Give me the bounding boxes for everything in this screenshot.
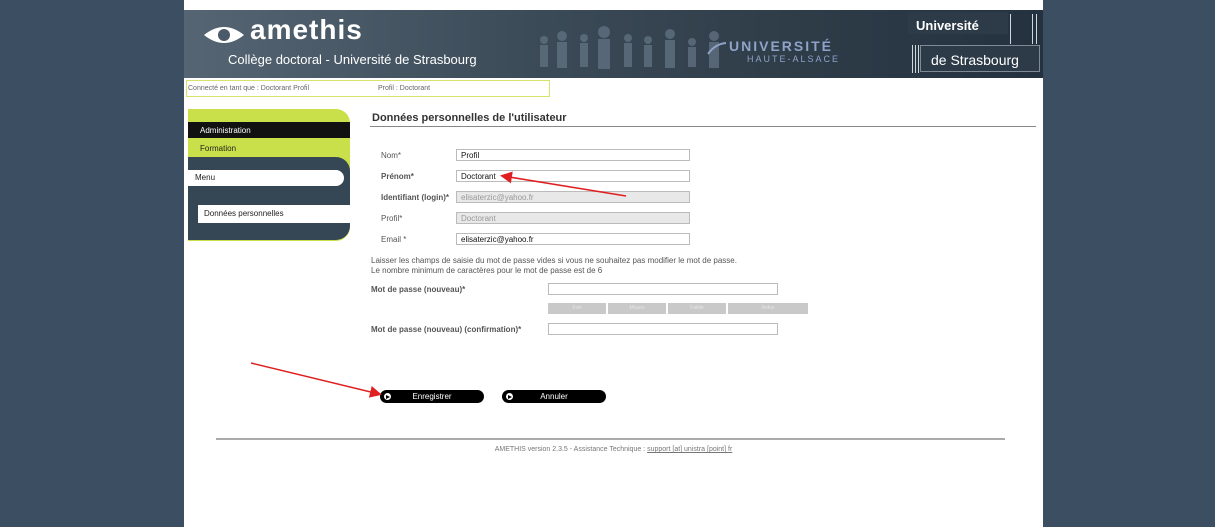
sidebar-item-formation[interactable]: Formation — [188, 141, 350, 157]
uha-logo: UNIVERSITÉ HAUTE-ALSACE — [707, 38, 841, 64]
unistra-logo: Université de Strasbourg — [902, 12, 1042, 76]
save-button[interactable]: Enregistrer — [380, 390, 484, 403]
email-label: Email * — [381, 235, 407, 244]
connected-status-bar: Connecté en tant que : Doctorant Profil … — [186, 80, 550, 97]
sidebar-item-donnees-personnelles[interactable]: Données personnelles — [198, 205, 350, 223]
sidebar-item-administration[interactable]: Administration — [188, 122, 350, 138]
footer-text: AMETHIS version 2.3.5 - Assistance Techn… — [494, 446, 648, 453]
support-link[interactable]: support [at] unistra [point] fr — [647, 446, 732, 453]
prenom-label: Prénom* — [381, 172, 414, 181]
email-field[interactable]: elisaterzic@yahoo.fr — [456, 233, 690, 245]
footer: AMETHIS version 2.3.5 - Assistance Techn… — [184, 446, 1043, 453]
sidebar-menu-heading: Menu — [188, 170, 344, 186]
banner-people-graphic — [540, 26, 719, 69]
strength-refus: Refus — [728, 303, 808, 314]
password-new-field[interactable] — [548, 283, 778, 295]
unistra-bars-icon — [912, 45, 919, 73]
profil-field: Doctorant — [456, 212, 690, 224]
password-note-line1: Laisser les champs de saisie du mot de p… — [371, 256, 737, 265]
profil-label: Profil* — [381, 214, 403, 223]
login-field: elisaterzic@yahoo.fr — [456, 191, 690, 203]
prenom-field[interactable]: Doctorant — [456, 170, 690, 182]
app-name: amethis — [250, 14, 363, 45]
password-note-line2: Le nombre minimum de caractères pour le … — [371, 266, 603, 275]
password-confirm-field[interactable] — [548, 323, 778, 335]
unistra-bars2-icon — [1010, 14, 1037, 44]
profile-text: Profil : Doctorant — [378, 85, 431, 92]
strength-moyen: Moyen — [608, 303, 666, 314]
nom-field[interactable]: Profil — [456, 149, 690, 161]
strength-fort: Fort — [548, 303, 606, 314]
password-new-label: Mot de passe (nouveau)* — [371, 285, 466, 294]
page: amethis Collège doctoral - Université de… — [184, 0, 1043, 527]
password-note: Laisser les champs de saisie du mot de p… — [371, 256, 737, 276]
footer-divider — [216, 438, 1005, 440]
unistra-bottom: de Strasbourg — [920, 45, 1040, 72]
college-subtitle: Collège doctoral - Université de Strasbo… — [228, 52, 477, 67]
unistra-top: Université — [908, 12, 1008, 34]
cancel-button-label: Annuler — [540, 392, 568, 401]
nom-label: Nom* — [381, 151, 402, 160]
strength-faible: Faible — [668, 303, 726, 314]
header-banner: amethis Collège doctoral - Université de… — [184, 10, 1043, 78]
uha-line1: UNIVERSITÉ — [729, 38, 834, 54]
save-button-label: Enregistrer — [412, 392, 452, 401]
amethis-logo-icon — [204, 27, 244, 43]
uha-line2: HAUTE-ALSACE — [747, 54, 841, 64]
page-title: Données personnelles de l'utilisateur — [372, 112, 567, 124]
password-confirm-label: Mot de passe (nouveau) (confirmation)* — [371, 325, 522, 334]
uha-swoosh-icon — [707, 42, 727, 55]
cancel-button[interactable]: Annuler — [502, 390, 606, 403]
login-label: Identifiant (login)* — [381, 193, 449, 202]
title-divider — [370, 126, 1036, 127]
connected-as-text: Connecté en tant que : Doctorant Profil — [188, 85, 310, 92]
